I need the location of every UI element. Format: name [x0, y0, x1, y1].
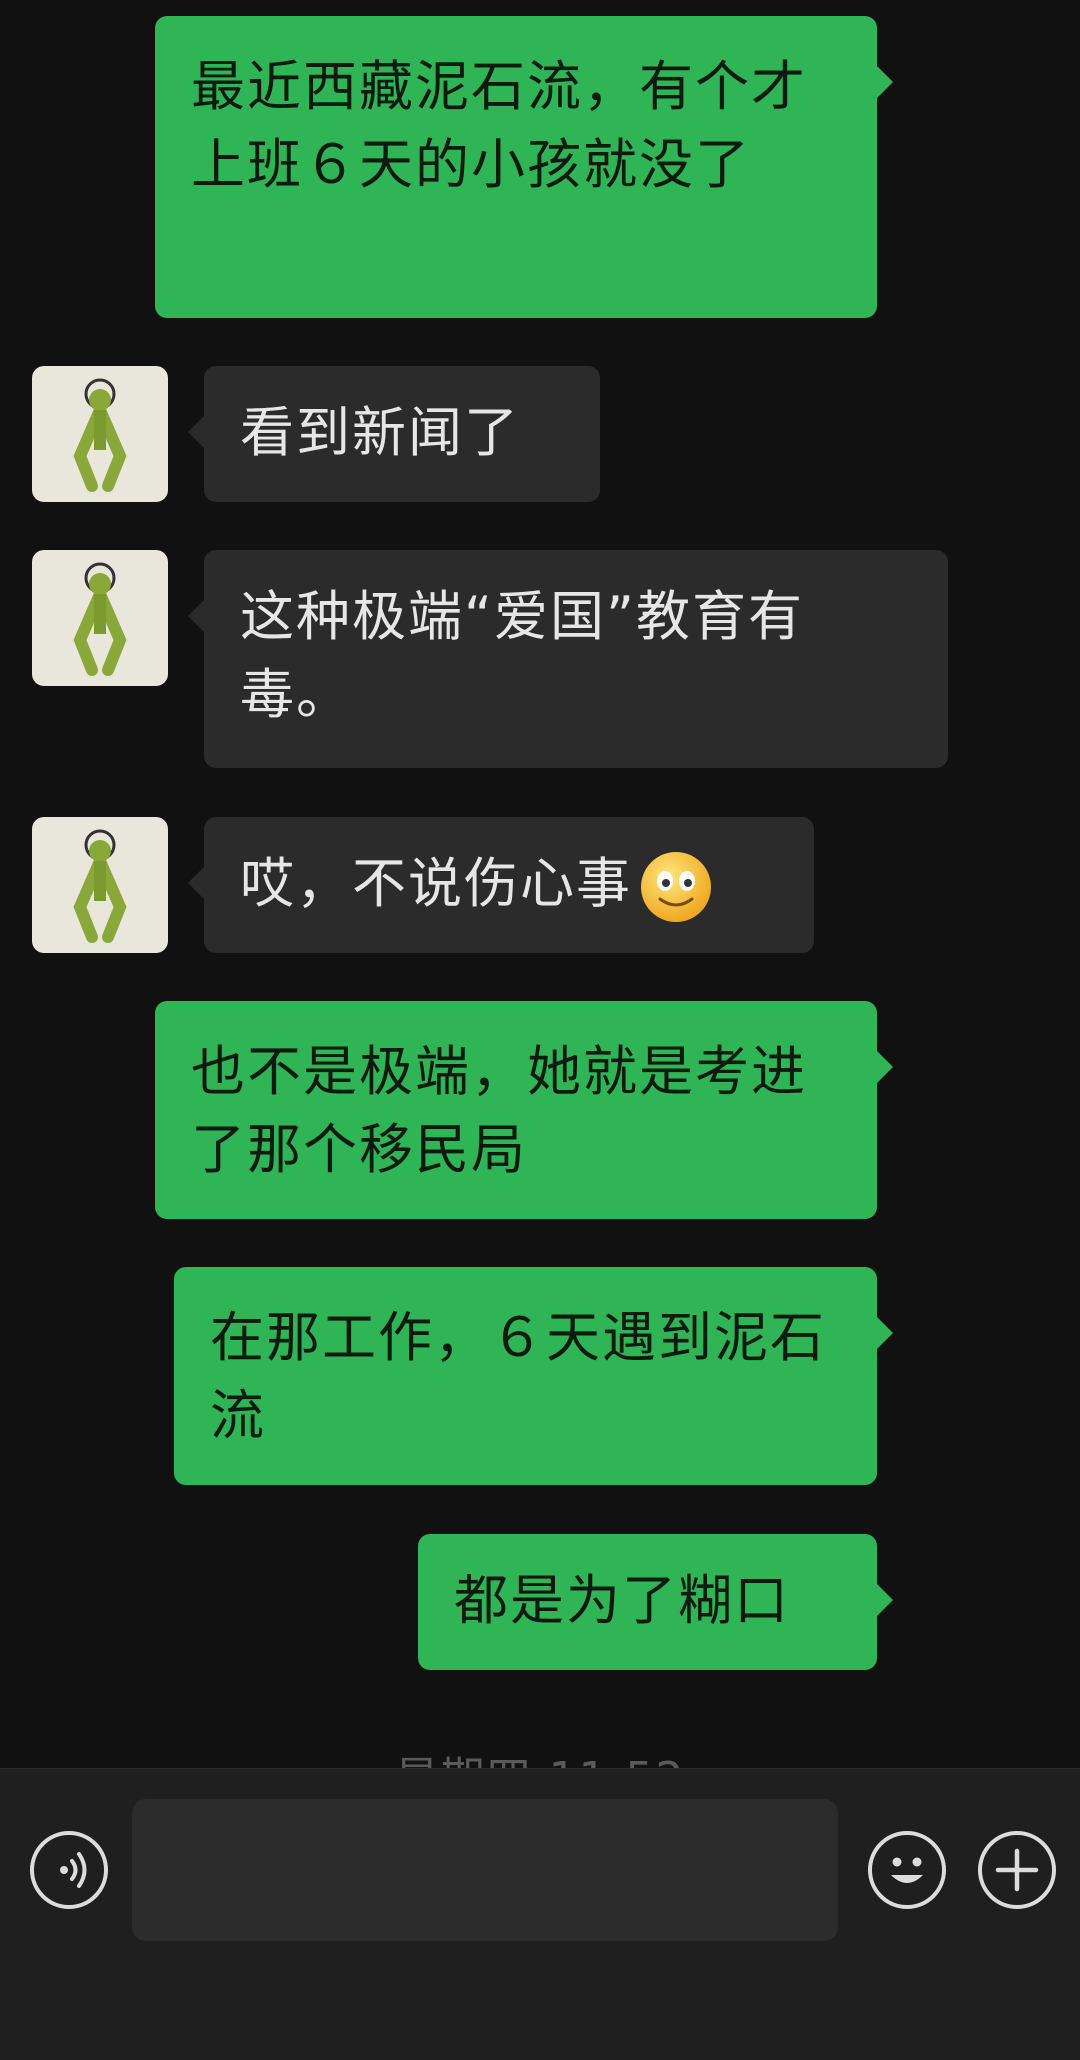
message-text: 哎，不说伤心事	[240, 852, 632, 915]
my-message-bubble[interactable]: 最近西藏泥石流，有个才上班６天的小孩就没了	[155, 16, 893, 318]
other-message-bubble[interactable]: 哎，不说伤心事	[188, 817, 814, 953]
other-message-bubble[interactable]: 这种极端“爱国”教育有毒。	[188, 550, 948, 768]
chat-area[interactable]: 最近西藏泥石流，有个才上班６天的小孩就没了 看到新闻了 这种极端“爱国”教育有毒…	[0, 0, 1080, 1768]
input-bar	[0, 1768, 1080, 2060]
smile-emoji	[638, 849, 714, 925]
message-timestamp: 星期四 11:52	[0, 1742, 1080, 1768]
emoji-icon[interactable]	[868, 1831, 946, 1909]
other-message-bubble[interactable]: 看到新闻了	[188, 366, 600, 502]
plush-toy-avatar[interactable]	[32, 817, 168, 953]
plush-toy-avatar[interactable]	[32, 366, 168, 502]
message-input[interactable]	[132, 1799, 838, 1941]
my-message-bubble[interactable]: 也不是极端，她就是考进了那个移民局	[155, 1001, 893, 1219]
plush-toy-avatar[interactable]	[32, 550, 168, 686]
my-message-bubble[interactable]: 都是为了糊口	[418, 1534, 893, 1670]
plus-icon[interactable]	[978, 1831, 1056, 1909]
my-message-bubble[interactable]: 在那工作，６天遇到泥石流	[174, 1267, 893, 1485]
voice-icon[interactable]	[30, 1831, 108, 1909]
